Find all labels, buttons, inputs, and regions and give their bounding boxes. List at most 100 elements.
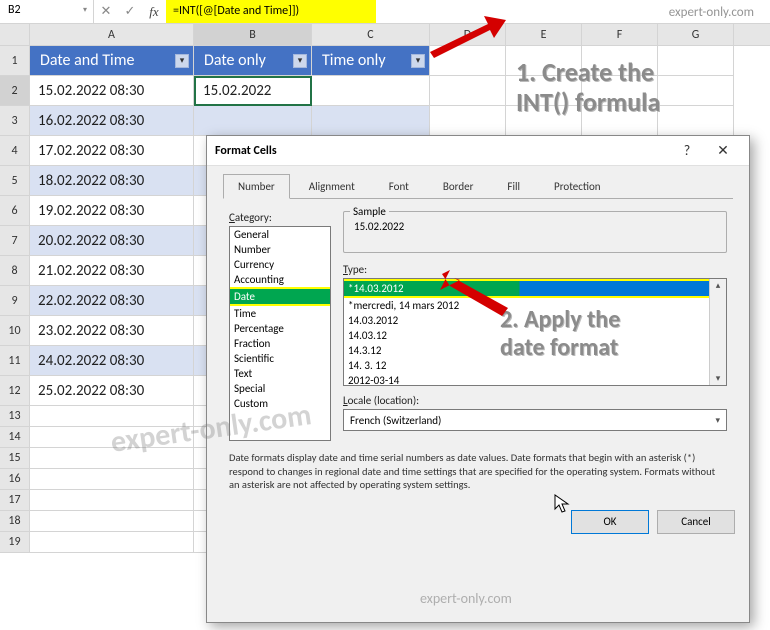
cell-a-3[interactable]: 16.02.2022 08:30 xyxy=(30,106,194,136)
cell-b-1[interactable]: Date only▾ xyxy=(194,46,312,76)
col-header-b[interactable]: B xyxy=(194,24,312,45)
cell-e-3[interactable] xyxy=(506,106,582,136)
type-item[interactable]: 14.3.12 xyxy=(344,343,726,358)
category-item[interactable]: Fraction xyxy=(230,336,330,351)
tab-fill[interactable]: Fill xyxy=(492,174,535,199)
cell-a-14[interactable] xyxy=(30,427,194,448)
category-item[interactable]: Scientific xyxy=(230,351,330,366)
category-item[interactable]: Percentage xyxy=(230,321,330,336)
filter-dropdown-icon[interactable]: ▾ xyxy=(411,54,425,68)
row-header[interactable]: 9 xyxy=(0,286,30,316)
category-item[interactable]: General xyxy=(230,227,330,242)
row-header[interactable]: 19 xyxy=(0,532,30,553)
row-header[interactable]: 14 xyxy=(0,427,30,448)
cell-a-4[interactable]: 17.02.2022 08:30 xyxy=(30,136,194,166)
tab-font[interactable]: Font xyxy=(374,174,424,199)
row-header[interactable]: 17 xyxy=(0,490,30,511)
locale-select[interactable]: French (Switzerland) ▾ xyxy=(343,409,727,431)
row-header[interactable]: 16 xyxy=(0,469,30,490)
row-header[interactable]: 7 xyxy=(0,226,30,256)
cell-c-1[interactable]: Time only▾ xyxy=(312,46,430,76)
cell-f-1[interactable] xyxy=(582,46,658,76)
type-item[interactable]: 14. 3. 12 xyxy=(344,358,726,373)
cell-a-13[interactable] xyxy=(30,406,194,427)
cell-g-3[interactable] xyxy=(658,106,734,136)
row-header[interactable]: 13 xyxy=(0,406,30,427)
row-header[interactable]: 18 xyxy=(0,511,30,532)
col-header-f[interactable]: F xyxy=(582,24,658,45)
cell-a-17[interactable] xyxy=(30,490,194,511)
cell-d-2[interactable] xyxy=(430,76,506,106)
cell-a-12[interactable]: 25.02.2022 08:30 xyxy=(30,376,194,406)
cell-a-16[interactable] xyxy=(30,469,194,490)
cell-a-11[interactable]: 24.02.2022 08:30 xyxy=(30,346,194,376)
row-header[interactable]: 15 xyxy=(0,448,30,469)
col-header-c[interactable]: C xyxy=(312,24,430,45)
cell-c-2[interactable] xyxy=(312,76,430,106)
cell-a-19[interactable] xyxy=(30,532,194,553)
category-item[interactable]: Custom xyxy=(230,396,330,411)
col-header-a[interactable]: A xyxy=(30,24,194,45)
tab-alignment[interactable]: Alignment xyxy=(294,174,370,199)
fx-icon[interactable]: fx xyxy=(142,0,166,23)
row-header[interactable]: 6 xyxy=(0,196,30,226)
cell-d-1[interactable] xyxy=(430,46,506,76)
cell-a-15[interactable] xyxy=(30,448,194,469)
type-item[interactable]: *14.03.2012 xyxy=(344,279,726,298)
col-header-e[interactable]: E xyxy=(506,24,582,45)
filter-dropdown-icon[interactable]: ▾ xyxy=(293,54,307,68)
cell-b-3[interactable] xyxy=(194,106,312,136)
category-item[interactable]: Text xyxy=(230,366,330,381)
col-header-d[interactable]: D xyxy=(430,24,506,45)
row-header[interactable]: 5 xyxy=(0,166,30,196)
select-all-corner[interactable] xyxy=(0,24,30,45)
cell-g-2[interactable] xyxy=(658,76,734,106)
cell-a-8[interactable]: 21.02.2022 08:30 xyxy=(30,256,194,286)
category-item[interactable]: Date xyxy=(230,287,330,306)
cell-a-7[interactable]: 20.02.2022 08:30 xyxy=(30,226,194,256)
row-header[interactable]: 1 xyxy=(0,46,30,76)
type-item[interactable]: 14.03.2012 xyxy=(344,313,726,328)
cancel-button[interactable]: Cancel xyxy=(657,510,735,534)
type-scrollbar[interactable]: ▴ ▾ xyxy=(709,279,726,385)
close-icon[interactable]: ✕ xyxy=(705,142,741,159)
ok-button[interactable]: OK xyxy=(571,510,649,534)
filter-dropdown-icon[interactable]: ▾ xyxy=(175,54,189,68)
cell-e-1[interactable] xyxy=(506,46,582,76)
scroll-up-icon[interactable]: ▴ xyxy=(710,280,726,291)
category-item[interactable]: Number xyxy=(230,242,330,257)
type-list[interactable]: *14.03.2012*mercredi, 14 mars 201214.03.… xyxy=(343,278,727,386)
category-item[interactable]: Special xyxy=(230,381,330,396)
row-header[interactable]: 3 xyxy=(0,106,30,136)
category-item[interactable]: Currency xyxy=(230,257,330,272)
cell-a-18[interactable] xyxy=(30,511,194,532)
type-item[interactable]: 14.03.12 xyxy=(344,328,726,343)
cell-e-2[interactable] xyxy=(506,76,582,106)
type-item[interactable]: 2012-03-14 xyxy=(344,373,726,386)
row-header[interactable]: 2 xyxy=(0,76,30,106)
row-header[interactable]: 8 xyxy=(0,256,30,286)
cell-f-2[interactable] xyxy=(582,76,658,106)
category-item[interactable]: Time xyxy=(230,306,330,321)
cell-a-10[interactable]: 23.02.2022 08:30 xyxy=(30,316,194,346)
cell-a-5[interactable]: 18.02.2022 08:30 xyxy=(30,166,194,196)
category-list[interactable]: GeneralNumberCurrencyAccountingDateTimeP… xyxy=(229,226,331,441)
enter-formula-icon[interactable]: ✓ xyxy=(118,0,142,23)
help-button[interactable]: ? xyxy=(669,142,705,159)
cell-c-3[interactable] xyxy=(312,106,430,136)
category-item[interactable]: Accounting xyxy=(230,272,330,287)
cell-d-3[interactable] xyxy=(430,106,506,136)
cell-a-2[interactable]: 15.02.2022 08:30 xyxy=(30,76,194,106)
row-header[interactable]: 12 xyxy=(0,376,30,406)
col-header-g[interactable]: G xyxy=(658,24,734,45)
scroll-down-icon[interactable]: ▾ xyxy=(710,373,726,384)
cell-a-1[interactable]: Date and Time▾ xyxy=(30,46,194,76)
row-header[interactable]: 4 xyxy=(0,136,30,166)
tab-border[interactable]: Border xyxy=(428,174,489,199)
type-item[interactable]: *mercredi, 14 mars 2012 xyxy=(344,298,726,313)
name-box[interactable]: B2 xyxy=(0,0,94,23)
tab-number[interactable]: Number xyxy=(223,174,290,199)
cancel-formula-icon[interactable]: ✕ xyxy=(94,0,118,23)
tab-protection[interactable]: Protection xyxy=(539,174,616,199)
cell-b-2[interactable]: 15.02.2022 xyxy=(194,76,312,106)
